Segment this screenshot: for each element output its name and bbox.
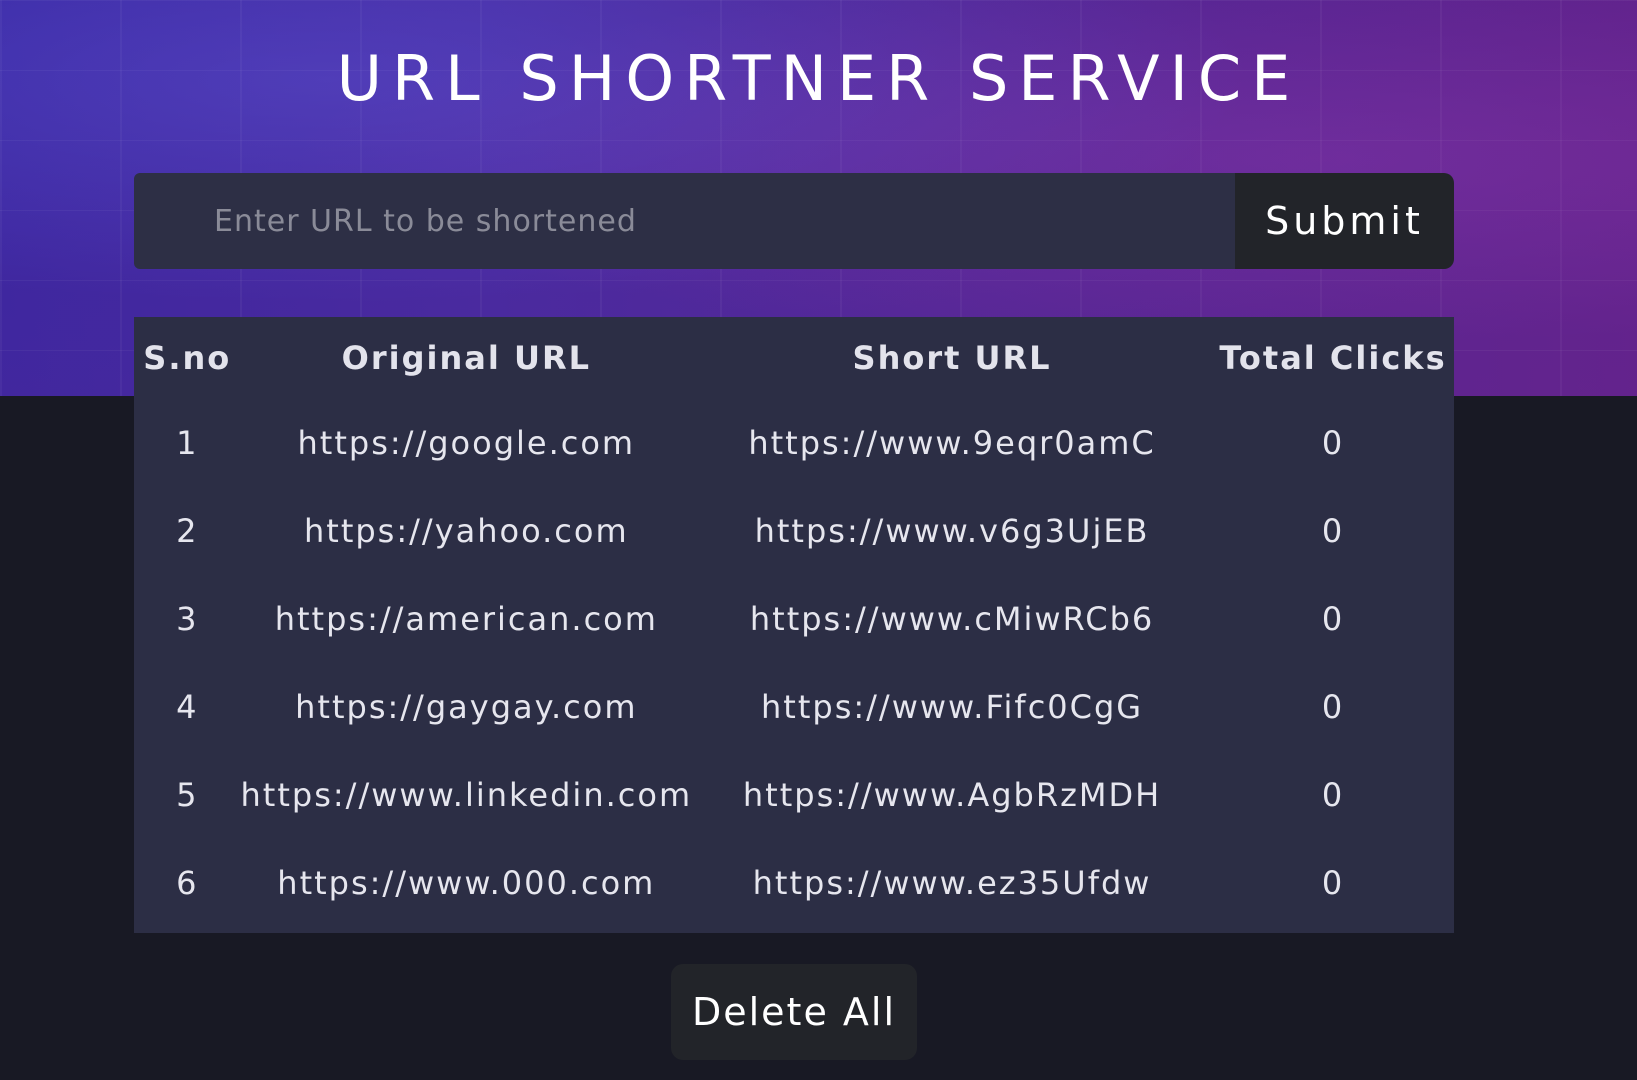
row-total-clicks: 0 [1321, 512, 1345, 550]
row-short-url-link[interactable]: https://www.v6g3UjEB [692, 487, 1212, 575]
table-row: 5 https://www.linkedin.com https://www.A… [134, 751, 1454, 839]
table-row: 1 https://google.com https://www.9eqr0am… [134, 399, 1454, 487]
row-sno: 2 [176, 512, 199, 550]
url-table: S.no Original URL Short URL Total Clicks… [134, 317, 1454, 927]
page-title: URL SHORTNER SERVICE [336, 42, 1301, 115]
row-sno: 4 [176, 688, 199, 726]
row-original-url: https://google.com [297, 424, 636, 462]
row-short-url-link[interactable]: https://www.9eqr0amC [692, 399, 1212, 487]
row-short-url-link[interactable]: https://www.cMiwRCb6 [692, 575, 1212, 663]
delete-all-button[interactable]: Delete All [671, 964, 917, 1060]
row-sno: 6 [176, 864, 199, 902]
submit-button[interactable]: Submit [1235, 173, 1454, 269]
row-sno: 5 [176, 776, 199, 814]
table-row: 4 https://gaygay.com https://www.Fifc0Cg… [134, 663, 1454, 751]
row-short-url-link[interactable]: https://www.AgbRzMDH [692, 751, 1212, 839]
url-table-container: S.no Original URL Short URL Total Clicks… [134, 317, 1454, 933]
table-row: 2 https://yahoo.com https://www.v6g3UjEB… [134, 487, 1454, 575]
table-row: 6 https://www.000.com https://www.ez35Uf… [134, 839, 1454, 927]
shorten-form: Submit [134, 173, 1454, 269]
row-short-url-link[interactable]: https://www.Fifc0CgG [692, 663, 1212, 751]
row-total-clicks: 0 [1321, 600, 1345, 638]
row-total-clicks: 0 [1321, 688, 1345, 726]
column-header-total-clicks: Total Clicks [1219, 339, 1447, 377]
url-input[interactable] [134, 173, 1235, 269]
row-total-clicks: 0 [1321, 776, 1345, 814]
column-header-sno: S.no [143, 339, 232, 377]
row-sno: 3 [176, 600, 199, 638]
row-total-clicks: 0 [1321, 864, 1345, 902]
table-row: 3 https://american.com https://www.cMiwR… [134, 575, 1454, 663]
table-header-row: S.no Original URL Short URL Total Clicks [134, 317, 1454, 399]
column-header-short-url: Short URL [852, 339, 1052, 377]
row-total-clicks: 0 [1321, 424, 1345, 462]
row-original-url: https://american.com [274, 600, 658, 638]
row-original-url: https://yahoo.com [303, 512, 629, 550]
row-short-url-link[interactable]: https://www.ez35Ufdw [692, 839, 1212, 927]
row-original-url: https://gaygay.com [295, 688, 638, 726]
column-header-original-url: Original URL [341, 339, 591, 377]
row-sno: 1 [176, 424, 199, 462]
row-original-url: https://www.000.com [277, 864, 656, 902]
row-original-url: https://www.linkedin.com [240, 776, 693, 814]
